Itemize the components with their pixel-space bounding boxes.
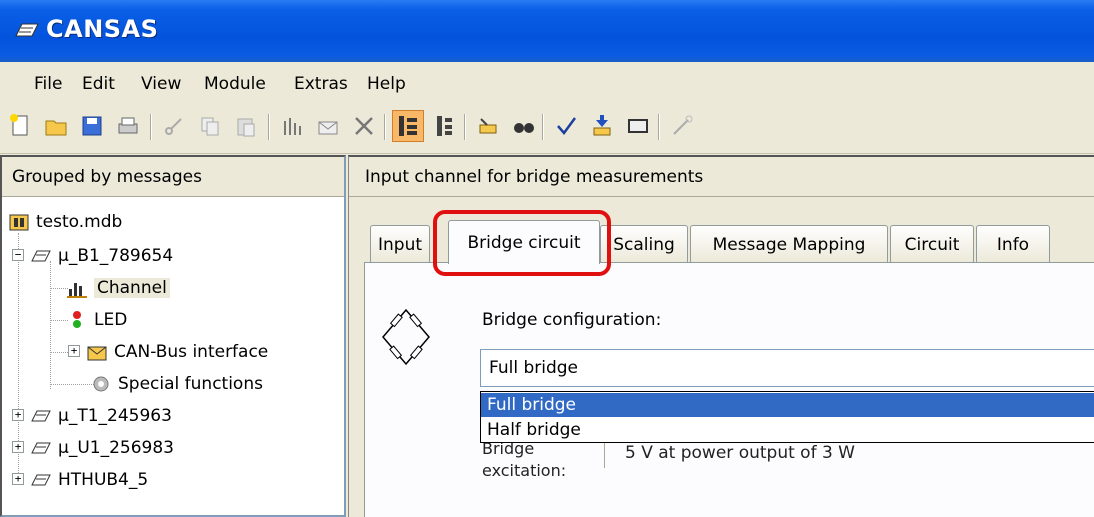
bridge-excitation-label-line2: excitation: <box>482 461 567 480</box>
cansas-app-icon <box>15 23 39 37</box>
menu-bar: File Edit View Module Extras Help <box>0 62 1094 104</box>
new-icon[interactable] <box>4 110 36 142</box>
gear-icon <box>90 373 112 395</box>
expand-icon[interactable]: + <box>68 345 80 357</box>
module-icon <box>30 405 52 427</box>
check-icon[interactable] <box>550 110 582 142</box>
tree-panel-title: Grouped by messages <box>12 167 202 187</box>
tree-panel-header: Grouped by messages <box>2 157 344 197</box>
save-icon[interactable] <box>76 110 108 142</box>
display-icon[interactable] <box>622 110 654 142</box>
tree-item-label: µ_T1_245963 <box>58 406 172 426</box>
paste-icon[interactable] <box>230 110 262 142</box>
module-icon <box>30 245 52 267</box>
tree-item-module[interactable]: µ_T1_245963 <box>30 401 172 431</box>
collapse-icon[interactable]: − <box>12 249 24 261</box>
tree-item-module[interactable]: HTHUB4_5 <box>30 465 148 495</box>
add-module-icon[interactable] <box>276 110 308 142</box>
connect-icon[interactable] <box>472 110 504 142</box>
bridge-configuration-dropdown: Full bridge Half bridge <box>480 391 1094 443</box>
bridge-configuration-select[interactable]: Full bridge <box>480 349 1094 387</box>
tree-panel: Grouped by messages testo.mdb − µ_B1_789… <box>0 155 346 517</box>
grouped-by-channels-icon[interactable] <box>428 110 460 142</box>
wand-icon[interactable] <box>666 110 698 142</box>
menu-view[interactable]: View <box>141 74 181 94</box>
menu-file[interactable]: File <box>34 74 62 94</box>
toolbar-separator <box>464 114 466 140</box>
menu-edit[interactable]: Edit <box>82 74 115 94</box>
print-icon[interactable] <box>112 110 144 142</box>
tree-item-label: LED <box>94 310 128 330</box>
bridge-configuration-value: Full bridge <box>489 358 579 378</box>
tree-item-module[interactable]: µ_U1_256983 <box>30 433 174 463</box>
menu-module[interactable]: Module <box>204 74 266 94</box>
toolbar-separator <box>542 114 544 140</box>
find-icon[interactable] <box>508 110 540 142</box>
title-bar: CANSAS <box>0 0 1094 62</box>
toolbar <box>0 104 1094 154</box>
tree-item-special-functions[interactable]: Special functions <box>90 369 263 399</box>
tab-scaling[interactable]: Scaling <box>600 225 688 263</box>
tree-item-label: Special functions <box>118 374 263 394</box>
window-title: CANSAS <box>46 15 159 43</box>
field-separator <box>604 442 605 468</box>
tree-item-root[interactable]: testo.mdb <box>8 207 122 237</box>
tree-line <box>50 261 51 389</box>
toolbar-separator <box>268 114 270 140</box>
bridge-diamond-icon <box>382 308 430 366</box>
highlight-annotation <box>433 210 611 276</box>
tree-line <box>50 384 94 385</box>
bridge-configuration-label: Bridge configuration: <box>482 310 662 330</box>
tree-item-label: HTHUB4_5 <box>58 470 149 490</box>
menu-extras[interactable]: Extras <box>294 74 348 94</box>
download-icon[interactable] <box>586 110 618 142</box>
tree-item-label: CAN-Bus interface <box>114 342 269 362</box>
module-icon <box>30 469 52 491</box>
tree-item-module[interactable]: µ_B1_789654 <box>30 241 173 271</box>
expand-icon[interactable]: + <box>12 441 24 453</box>
properties-panel-header: Input channel for bridge measurements <box>349 157 1094 197</box>
grouped-by-messages-icon[interactable] <box>392 110 424 142</box>
led-icon <box>66 309 88 331</box>
module-icon <box>30 437 52 459</box>
bridge-excitation-value[interactable]: 5 V at power output of 3 W <box>625 443 855 463</box>
bridge-excitation-label: Bridge excitation: <box>482 438 566 482</box>
tree-item-label: testo.mdb <box>36 212 123 232</box>
tree-item-label: µ_B1_789654 <box>58 246 174 266</box>
cut-icon[interactable] <box>158 110 190 142</box>
bridge-circuit-page <box>364 262 1094 517</box>
expand-icon[interactable]: + <box>12 409 24 421</box>
toolbar-separator <box>384 114 386 140</box>
expand-icon[interactable]: + <box>12 473 24 485</box>
database-icon <box>8 211 30 233</box>
can-bus-icon <box>86 341 108 363</box>
tree-item-label: Channel <box>94 278 170 298</box>
add-message-icon[interactable] <box>312 110 344 142</box>
toolbar-separator <box>150 114 152 140</box>
tab-input[interactable]: Input <box>370 225 430 263</box>
dropdown-option-full-bridge[interactable]: Full bridge <box>481 393 1094 417</box>
delete-icon[interactable] <box>348 110 380 142</box>
tab-info[interactable]: Info <box>976 225 1050 263</box>
tab-circuit[interactable]: Circuit <box>890 225 974 263</box>
tab-message-mapping[interactable]: Message Mapping <box>690 225 888 263</box>
menu-help[interactable]: Help <box>367 74 406 94</box>
tree-item-led[interactable]: LED <box>66 305 127 335</box>
copy-icon[interactable] <box>194 110 226 142</box>
tree-item-can-bus[interactable]: CAN-Bus interface <box>86 337 268 367</box>
open-icon[interactable] <box>40 110 72 142</box>
tree-item-channel[interactable]: Channel <box>66 273 170 303</box>
properties-panel-title: Input channel for bridge measurements <box>365 167 704 187</box>
dropdown-option-half-bridge[interactable]: Half bridge <box>481 418 1094 442</box>
channel-icon <box>66 277 88 299</box>
tree-item-label: µ_U1_256983 <box>58 438 174 458</box>
toolbar-separator <box>658 114 660 140</box>
